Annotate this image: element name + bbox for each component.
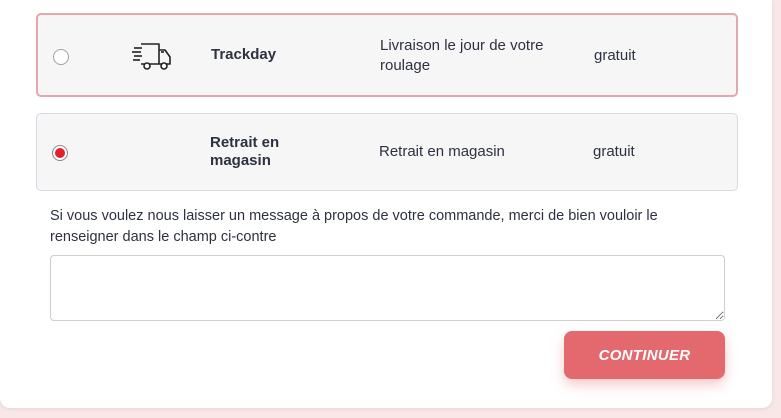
checkout-panel: Trackday Livraison le jour de votre roul…: [0, 0, 772, 408]
radio-pickup[interactable]: [52, 145, 68, 161]
option-name: Retrait en magasin: [210, 134, 280, 169]
option-name: Trackday: [211, 46, 277, 63]
shipping-option-pickup[interactable]: Retrait en magasin Retrait en magasin gr…: [36, 113, 738, 191]
delivery-truck-icon: [132, 40, 174, 77]
message-label: Si vous voulez nous laisser un message à…: [50, 208, 658, 245]
option-price: gratuit: [593, 143, 635, 160]
message-textarea[interactable]: [50, 255, 725, 321]
option-price: gratuit: [594, 47, 636, 64]
shipping-option-trackday[interactable]: Trackday Livraison le jour de votre roul…: [36, 13, 738, 97]
continue-button[interactable]: CONTINUER: [564, 331, 725, 379]
radio-trackday[interactable]: [53, 49, 69, 65]
option-description: Retrait en magasin: [379, 143, 505, 160]
option-description: Livraison le jour de votre roulage: [380, 37, 544, 74]
